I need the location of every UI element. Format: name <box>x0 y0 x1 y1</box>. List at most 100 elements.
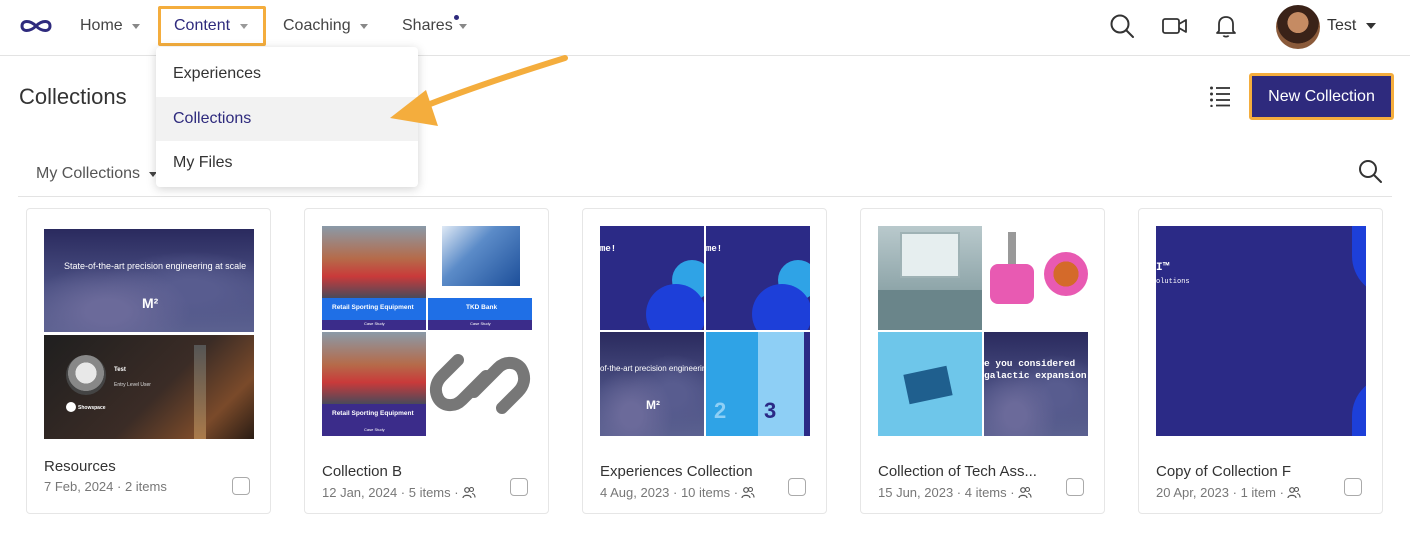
thumb-tile <box>878 226 982 330</box>
new-collection-button[interactable]: New Collection <box>1249 73 1394 120</box>
nav-shares[interactable]: Shares <box>402 0 467 52</box>
collection-title: Resources <box>44 458 116 475</box>
logo-icon[interactable] <box>18 14 54 38</box>
collection-card-resources[interactable]: State-of-the-art precision engineering a… <box>26 208 271 514</box>
nav-home[interactable]: Home <box>80 0 140 52</box>
company-logo-icon <box>66 402 76 412</box>
select-checkbox[interactable] <box>1344 478 1362 496</box>
video-camera-icon[interactable] <box>1161 12 1189 40</box>
thumb-tile: me! <box>706 226 810 330</box>
thumb-text: Retail Sporting Equipment <box>332 410 414 417</box>
thumb-text: e you considered galactic expansion <box>984 358 1087 381</box>
collection-meta-text: 20 Apr, 2023 · 1 item · <box>1156 485 1284 500</box>
user-name[interactable]: Test <box>1327 17 1356 35</box>
thumb-text: TKD Bank <box>466 304 498 311</box>
collection-card-b[interactable]: Retail Sporting Equipment Case Study TKD… <box>304 208 549 514</box>
thumb-text: me! <box>600 244 617 254</box>
annotation-arrow <box>390 55 568 126</box>
motor-photo <box>1044 252 1088 296</box>
bell-icon[interactable] <box>1212 12 1240 40</box>
search-icon[interactable] <box>1108 12 1136 40</box>
thumb-text: Entry Level User <box>114 382 151 388</box>
thumb-text: Showspace <box>78 405 106 411</box>
select-checkbox[interactable] <box>232 477 250 495</box>
thumb-text: of-the-art precision engineering <box>600 364 704 373</box>
chevron-down-icon <box>240 23 249 29</box>
thumb-text: I™ <box>1156 262 1170 274</box>
collection-meta: 15 Jun, 2023 · 4 items · <box>878 485 1032 500</box>
filter-label: My Collections <box>36 165 141 182</box>
bank-photo <box>442 226 520 286</box>
thumb-text: State-of-the-art precision engineering a… <box>64 261 247 271</box>
thumb-text: Retail Sporting Equipment <box>332 304 414 311</box>
select-checkbox[interactable] <box>510 478 528 496</box>
shape-graphic <box>1352 226 1366 296</box>
content-dropdown-menu: Experiences Collections My Files <box>156 47 418 187</box>
shared-people-icon <box>1017 486 1032 498</box>
collection-meta-text: 12 Jan, 2024 · 5 items · <box>322 485 459 500</box>
collection-meta: 20 Apr, 2023 · 1 item · <box>1156 485 1301 500</box>
board-photo <box>903 365 953 405</box>
thumb-tile <box>878 332 982 436</box>
collection-thumbnail: I™ olutions <box>1156 226 1366 436</box>
shared-people-icon <box>741 486 755 498</box>
collection-card-experiences[interactable]: me! me! of-the-art precision engineering… <box>582 208 827 514</box>
thumb-text: 2 <box>714 398 727 423</box>
rocket-graphic <box>194 345 206 439</box>
shape-graphic <box>804 332 810 436</box>
shared-people-icon <box>461 486 476 498</box>
collection-meta-text: 4 Aug, 2023 · 10 items · <box>600 485 739 500</box>
thumb-text: M² <box>142 295 159 311</box>
thumb-tile: of-the-art precision engineering M² <box>600 332 704 436</box>
device-photo <box>878 290 982 330</box>
avatar[interactable] <box>1276 5 1320 49</box>
thumb-tile: TKD Bank Case Study <box>428 226 532 330</box>
nav-shares-label: Shares <box>402 17 453 34</box>
link-icon <box>429 354 531 414</box>
collection-card-copy-f[interactable]: I™ olutions Copy of Collection F 20 Apr,… <box>1138 208 1383 514</box>
shape-graphic <box>646 284 704 330</box>
collection-thumbnail: Retail Sporting Equipment Case Study TKD… <box>322 226 532 436</box>
page-title: Collections <box>19 84 127 109</box>
thumb-tile: e you considered galactic expansion <box>984 332 1088 436</box>
collection-title: Copy of Collection F <box>1156 463 1292 480</box>
nav-coaching-label: Coaching <box>283 17 351 34</box>
collection-meta: 7 Feb, 2024 · 2 items <box>44 479 167 494</box>
store-photo <box>322 332 426 404</box>
motor-photo <box>990 264 1034 304</box>
select-checkbox[interactable] <box>788 478 806 496</box>
thumb-tile: Test Entry Level User Showspace <box>44 335 254 439</box>
list-view-icon[interactable] <box>1209 85 1231 107</box>
chevron-down-icon <box>131 23 140 29</box>
device-photo <box>900 232 960 278</box>
menu-item-my-files[interactable]: My Files <box>156 141 418 185</box>
thumb-text: M² <box>646 398 660 412</box>
collection-meta: 4 Aug, 2023 · 10 items · <box>600 485 755 500</box>
thumb-text: Test <box>114 367 126 373</box>
thumb-text: 3 <box>764 398 777 423</box>
thumb-tile: Retail Sporting Equipment Case Study <box>322 332 426 436</box>
divider <box>18 196 1392 197</box>
collection-meta-text: 7 Feb, 2024 · 2 items <box>44 479 167 494</box>
collections-filter-dropdown[interactable]: My Collections <box>36 165 158 183</box>
thumb-tile <box>984 226 1088 330</box>
menu-item-experiences[interactable]: Experiences <box>156 47 418 97</box>
collection-title: Collection B <box>322 463 403 480</box>
chevron-down-icon <box>359 23 368 29</box>
chevron-down-icon[interactable] <box>1366 23 1376 29</box>
collection-title: Collection of Tech Ass... <box>878 463 1037 480</box>
notification-dot <box>454 15 459 20</box>
menu-item-collections[interactable]: Collections <box>156 97 418 141</box>
collection-meta-text: 15 Jun, 2023 · 4 items · <box>878 485 1015 500</box>
collection-thumbnail: State-of-the-art precision engineering a… <box>44 229 254 439</box>
thumb-tile: State-of-the-art precision engineering a… <box>44 229 254 332</box>
chevron-down-icon <box>458 23 467 29</box>
search-icon[interactable] <box>1357 158 1383 184</box>
nav-coaching[interactable]: Coaching <box>283 0 368 52</box>
collection-card-tech[interactable]: e you considered galactic expansion Coll… <box>860 208 1105 514</box>
shape-graphic <box>752 284 810 330</box>
thumb-text: me! <box>706 244 723 254</box>
nav-content[interactable]: Content <box>158 6 266 46</box>
select-checkbox[interactable] <box>1066 478 1084 496</box>
motor-photo <box>1008 232 1016 264</box>
